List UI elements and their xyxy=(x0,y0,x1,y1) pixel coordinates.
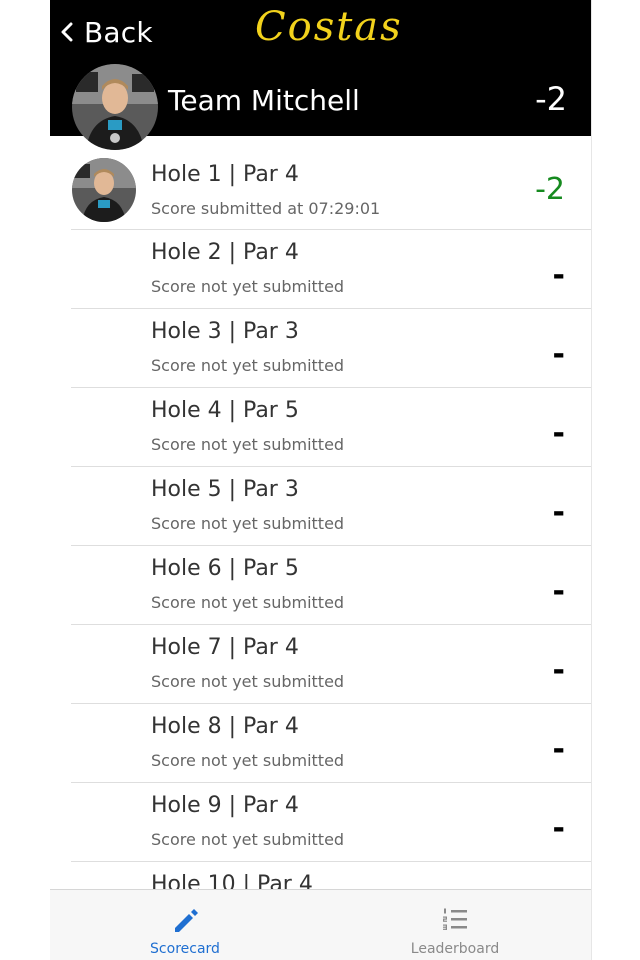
hole-score: - xyxy=(552,258,565,293)
hole-status: Score not yet submitted xyxy=(151,277,345,296)
scorecard-screen: Back Costas Team Mitchell -2 Hole 1 | Pa… xyxy=(50,0,591,960)
hole-row-10[interactable]: Hole 10 | Par 4 xyxy=(71,862,591,890)
hole-status: Score not yet submitted xyxy=(151,593,345,612)
hole-score: -2 xyxy=(535,172,565,207)
player-avatar xyxy=(72,158,136,222)
hole-row-5[interactable]: Hole 5 | Par 3 Score not yet submitted - xyxy=(71,467,591,546)
right-margin xyxy=(591,0,640,960)
hole-score: - xyxy=(552,653,565,688)
hole-row-6[interactable]: Hole 6 | Par 5 Score not yet submitted - xyxy=(71,546,591,625)
hole-title: Hole 9 | Par 4 xyxy=(151,793,299,818)
hole-title: Hole 10 | Par 4 xyxy=(151,872,313,890)
hole-title: Hole 5 | Par 3 xyxy=(151,477,299,502)
hole-status: Score submitted at 07:29:01 xyxy=(151,199,381,218)
brand-logo: Costas xyxy=(255,4,403,50)
hole-row-7[interactable]: Hole 7 | Par 4 Score not yet submitted - xyxy=(71,625,591,704)
hole-score: - xyxy=(552,811,565,846)
hole-row-3[interactable]: Hole 3 | Par 3 Score not yet submitted - xyxy=(71,309,591,388)
hole-row-9[interactable]: Hole 9 | Par 4 Score not yet submitted - xyxy=(71,783,591,862)
hole-row-4[interactable]: Hole 4 | Par 5 Score not yet submitted - xyxy=(71,388,591,467)
hole-score: - xyxy=(552,416,565,451)
tab-scorecard-label: Scorecard xyxy=(150,941,220,957)
holes-list[interactable]: Hole 1 | Par 4 Score submitted at 07:29:… xyxy=(50,136,591,890)
team-score: -2 xyxy=(535,80,567,118)
hole-title: Hole 8 | Par 4 xyxy=(151,714,299,739)
hole-title: Hole 1 | Par 4 xyxy=(151,162,299,187)
hole-score: - xyxy=(552,337,565,372)
hole-status: Score not yet submitted xyxy=(151,356,345,375)
hole-status: Score not yet submitted xyxy=(151,830,345,849)
team-avatar[interactable] xyxy=(72,64,158,150)
tab-bar: Scorecard Leaderboard xyxy=(50,889,591,960)
team-name: Team Mitchell xyxy=(168,84,360,117)
hole-score: - xyxy=(552,495,565,530)
pencil-icon xyxy=(175,909,198,932)
numbered-list-icon xyxy=(443,908,467,930)
hole-title: Hole 4 | Par 5 xyxy=(151,398,299,423)
tab-scorecard[interactable]: Scorecard xyxy=(50,890,320,960)
left-margin xyxy=(0,0,50,960)
hole-status: Score not yet submitted xyxy=(151,751,345,770)
hole-status: Score not yet submitted xyxy=(151,672,345,691)
hole-title: Hole 6 | Par 5 xyxy=(151,556,299,581)
hole-title: Hole 2 | Par 4 xyxy=(151,240,299,265)
hole-row-1[interactable]: Hole 1 | Par 4 Score submitted at 07:29:… xyxy=(71,136,591,230)
back-label: Back xyxy=(84,15,153,49)
hole-status: Score not yet submitted xyxy=(151,435,345,454)
back-button[interactable]: Back xyxy=(60,12,153,52)
team-avatar-image xyxy=(72,64,158,150)
tab-leaderboard[interactable]: Leaderboard xyxy=(320,890,590,960)
tab-leaderboard-label: Leaderboard xyxy=(410,941,500,957)
chevron-left-icon xyxy=(61,22,73,42)
hole-status: Score not yet submitted xyxy=(151,514,345,533)
hole-score: - xyxy=(552,732,565,767)
hole-row-8[interactable]: Hole 8 | Par 4 Score not yet submitted - xyxy=(71,704,591,783)
hole-title: Hole 3 | Par 3 xyxy=(151,319,299,344)
hole-row-2[interactable]: Hole 2 | Par 4 Score not yet submitted - xyxy=(71,230,591,309)
player-avatar-image xyxy=(72,158,136,222)
hole-title: Hole 7 | Par 4 xyxy=(151,635,299,660)
hole-score: - xyxy=(552,574,565,609)
